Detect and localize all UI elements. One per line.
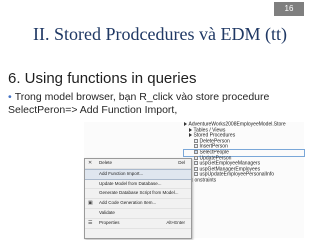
context-menu-item[interactable]: ☰ Properties Alt+Enter: [85, 219, 191, 229]
context-menu-item[interactable]: ✕ Delete Del: [85, 159, 191, 169]
menu-item-shortcut: Del: [178, 160, 185, 165]
menu-item-label: Update Model from Database...: [99, 180, 162, 186]
bullet-text: Trong model browser, bạn R_click vào sto…: [8, 91, 270, 116]
context-menu-item[interactable]: Add Function Import...: [85, 168, 191, 180]
stored-procedure-icon: [194, 144, 198, 149]
expand-arrow-icon: [189, 133, 192, 138]
context-menu-item[interactable]: Update Model from Database...: [85, 180, 191, 190]
tree-item[interactable]: onstraints: [184, 177, 304, 184]
menu-item-icon: ✕: [88, 160, 93, 166]
menu-item-label: Add Function Import...: [99, 170, 144, 176]
menu-item-label: Delete: [99, 160, 113, 165]
bullet-point: • Trong model browser, bạn R_click vào st…: [8, 91, 308, 117]
tree-item-label: onstraints: [194, 177, 217, 184]
menu-item-label: Generate Database Script from Model...: [99, 190, 179, 196]
expand-arrow-icon: [184, 122, 187, 126]
menu-item-label: Properties: [99, 219, 120, 225]
stored-procedure-icon: [194, 161, 198, 166]
stored-procedure-icon: [194, 166, 198, 171]
slide-title: II. Stored Prodcedures và EDM (tt): [33, 24, 287, 44]
section-heading: 6. Using functions in queries: [8, 70, 197, 87]
stored-procedure-icon: [194, 138, 198, 143]
slide-number: 16: [274, 2, 304, 16]
menu-item-label: Add Code Generation Item...: [99, 200, 157, 206]
context-menu: ✕ Delete Del Add Function Import... Update M…: [84, 158, 192, 239]
context-menu-item[interactable]: Generate Database Script from Model...: [85, 189, 191, 200]
stored-procedure-icon: [194, 149, 198, 154]
context-menu-item[interactable]: ▣ Add Code Generation Item...: [85, 199, 191, 209]
model-browser-tree: AdventureWorks2008EmployeeModel.Store Tab…: [183, 122, 305, 184]
context-menu-item[interactable]: Validate: [85, 209, 191, 219]
stored-procedure-icon: [194, 172, 198, 177]
menu-item-icon: ☰: [88, 219, 93, 226]
menu-item-shortcut: Alt+Enter: [166, 219, 185, 225]
menu-item-label: Validate: [99, 209, 115, 215]
bullet-icon: •: [8, 91, 12, 103]
stored-procedure-icon: [194, 155, 198, 160]
expand-arrow-icon: [189, 127, 192, 132]
menu-item-icon: ▣: [88, 200, 93, 207]
embedded-screenshot: AdventureWorks2008EmployeeModel.Store Tab…: [84, 122, 305, 239]
